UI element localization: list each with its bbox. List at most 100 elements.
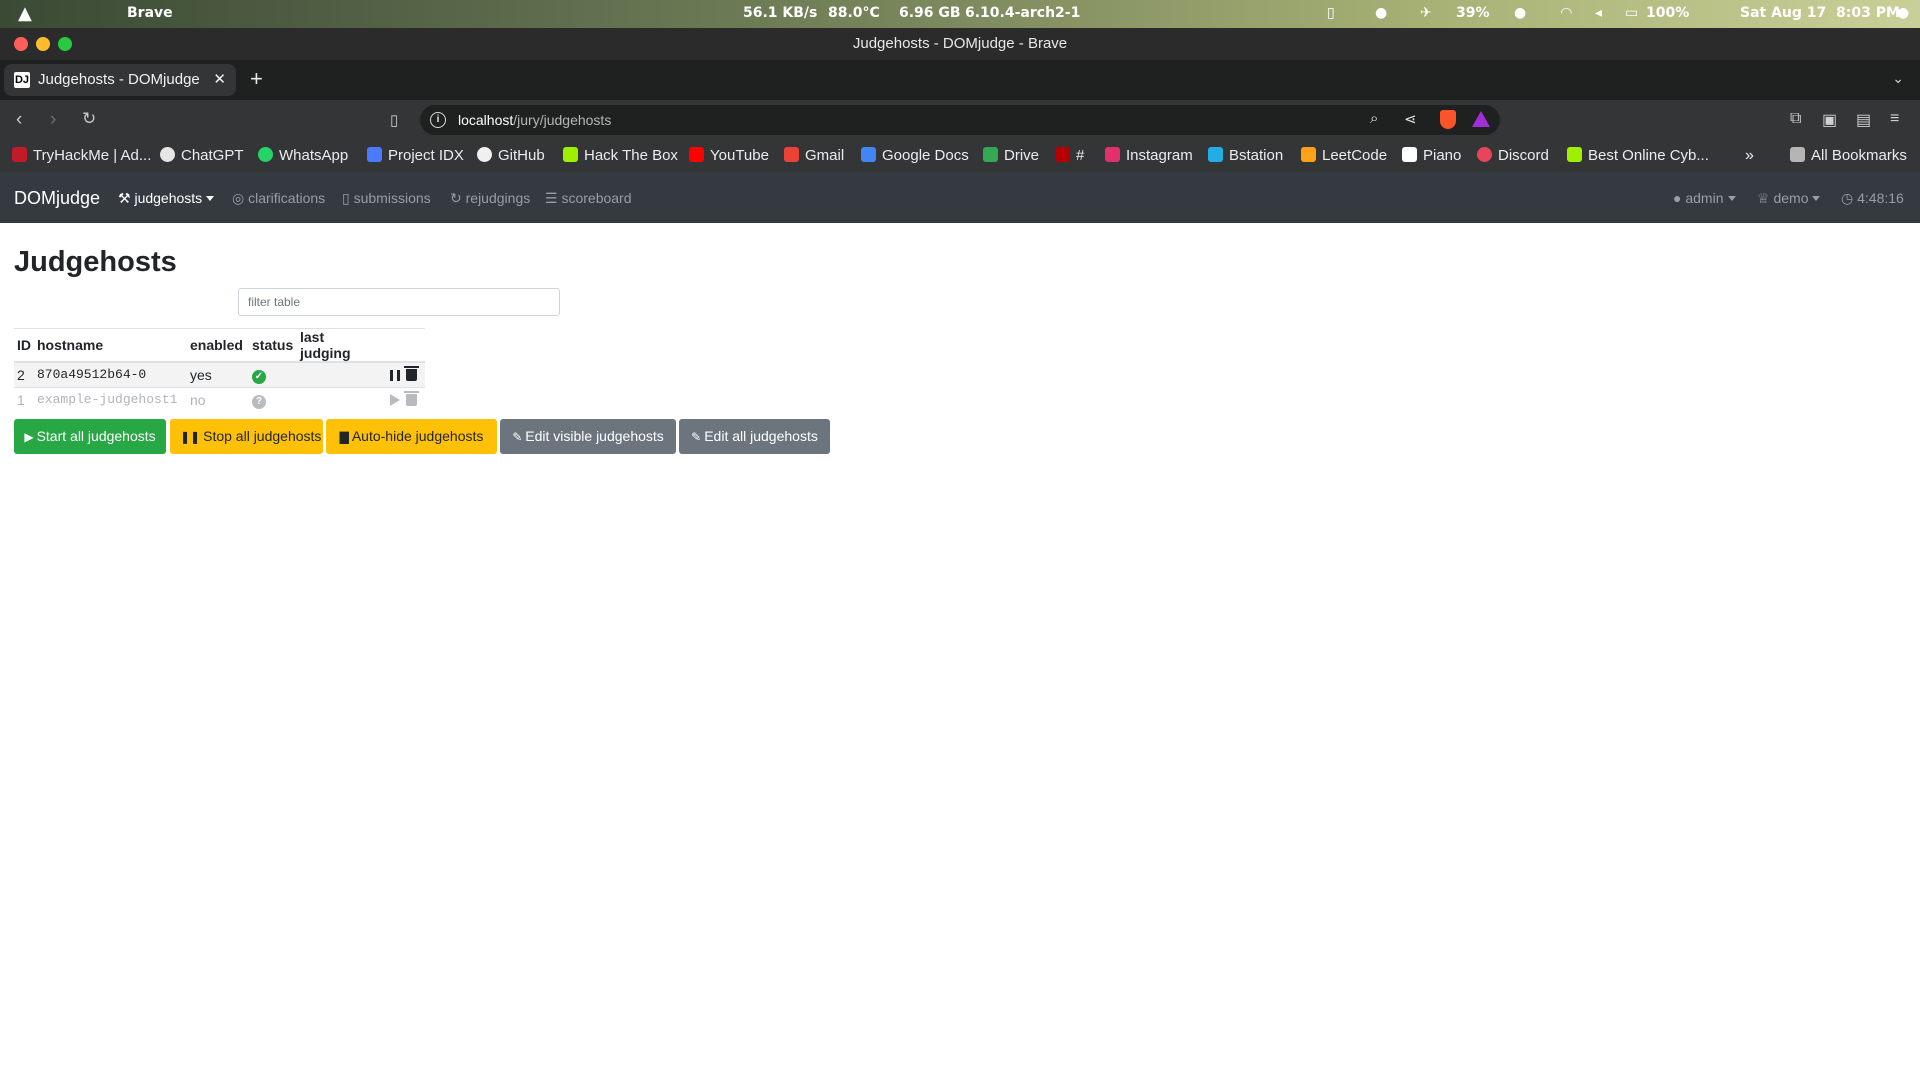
edit-icon: ✎ [691, 430, 702, 444]
bookmarks-bar: TryHackMe | Ad... ChatGPT WhatsApp Proje… [0, 140, 1920, 172]
nav-contest-menu[interactable]: ♕ demo [1757, 190, 1821, 207]
zoom-icon[interactable]: ⌕ [1370, 110, 1378, 127]
reload-icon[interactable]: ↻ [82, 109, 96, 129]
menu-icon[interactable]: ≡ [1890, 110, 1899, 128]
bookmark-drive[interactable]: Drive [983, 147, 1039, 164]
table-row[interactable]: 1 example-judgehost1 no ? [14, 387, 425, 412]
domjudge-brand[interactable]: DOMjudge [14, 188, 100, 209]
page-title: Judgehosts [14, 246, 177, 278]
start-judgehost-button[interactable] [390, 393, 400, 408]
delete-judgehost-button[interactable] [404, 365, 419, 383]
cell-actions [381, 387, 425, 412]
pause-judgehost-button[interactable] [390, 368, 400, 383]
more-bookmarks-icon[interactable]: » [1745, 147, 1754, 165]
forward-icon[interactable]: › [50, 109, 56, 131]
drive-icon [983, 147, 998, 162]
list-icon: ☰ [545, 190, 558, 206]
discord-icon [1477, 147, 1492, 162]
wifi-icon[interactable]: ◠ [1561, 5, 1572, 21]
judgehosts-table: ID hostname enabled status last judging … [14, 328, 425, 412]
trash-icon [404, 365, 419, 381]
tab-search-chevron-icon[interactable]: ⌄ [1892, 70, 1904, 87]
phone-icon[interactable]: ▯ [1327, 5, 1335, 21]
table-row[interactable]: 2 870a49512b64-0 yes ✓ [14, 362, 425, 388]
nav-judgehosts[interactable]: ⚒ judgehosts [118, 190, 215, 207]
clock[interactable]: Sat Aug 17 8:03 PM [1740, 5, 1900, 21]
extensions-icon[interactable]: ⧉ [1790, 110, 1801, 128]
play-icon: ▶ [24, 430, 34, 444]
whatsapp-icon [258, 147, 273, 162]
col-id[interactable]: ID [14, 328, 34, 363]
new-tab-button[interactable]: + [250, 66, 263, 92]
tab-judgehosts[interactable]: DJ Judgehosts - DOMjudge ✕ [4, 64, 236, 96]
bookmark-bstation[interactable]: Bstation [1208, 147, 1283, 164]
notification-icon[interactable]: ● [1514, 5, 1526, 21]
caret-down-icon [206, 196, 215, 201]
bookmark-hash[interactable]: # [1055, 147, 1084, 164]
window-titlebar: Judgehosts - DOMjudge - Brave [0, 28, 1920, 60]
bookmark-leetcode[interactable]: LeetCode [1301, 147, 1387, 164]
cell-hostname[interactable]: 870a49512b64-0 [34, 362, 187, 388]
col-hostname[interactable]: hostname [34, 328, 187, 363]
col-status[interactable]: status [249, 328, 297, 363]
cell-actions [381, 362, 425, 388]
delete-judgehost-button[interactable] [404, 390, 419, 408]
bookmark-chatgpt[interactable]: ChatGPT [160, 147, 244, 164]
site-info-icon[interactable]: i [430, 112, 446, 128]
bookmark-tryhackme[interactable]: TryHackMe | Ad... [12, 147, 151, 164]
url-text[interactable]: localhost/jury/judgehosts [458, 112, 611, 128]
cell-hostname[interactable]: example-judgehost1 [34, 387, 187, 412]
drop-icon[interactable]: ● [1375, 5, 1387, 21]
cell-status: ? [249, 387, 297, 412]
filter-table-input[interactable] [238, 288, 560, 316]
start-all-judgehosts-button[interactable]: ▶ Start all judgehosts [14, 419, 166, 454]
nav-submissions[interactable]: ▯ submissions [342, 190, 431, 207]
bookmark-icon[interactable]: ▯ [390, 111, 398, 129]
cpu-temperature: 88.0°C [828, 5, 880, 21]
system-status-bar: ▲ Brave 56.1 KB/s 88.0°C 6.96 GB 6.10.4-… [0, 0, 1920, 28]
stop-all-judgehosts-button[interactable]: ❚❚ Stop all judgehosts [170, 419, 323, 454]
col-enabled[interactable]: enabled [187, 328, 249, 363]
memory-usage: 6.96 GB [899, 5, 961, 21]
bookmark-instagram[interactable]: Instagram [1105, 147, 1193, 164]
bookmark-google-docs[interactable]: Google Docs [861, 147, 969, 164]
volume-icon[interactable]: ◂ [1595, 5, 1602, 21]
nav-scoreboard[interactable]: ☰ scoreboard [545, 190, 632, 207]
wrench-icon: ⚒ [118, 190, 131, 206]
table-header-row: ID hostname enabled status last judging [14, 328, 425, 363]
bookmark-whatsapp[interactable]: WhatsApp [258, 147, 348, 164]
tab-title: Judgehosts - DOMjudge [38, 71, 200, 88]
bookmark-discord[interactable]: Discord [1477, 147, 1549, 164]
back-icon[interactable]: ‹ [16, 109, 22, 131]
edit-all-judgehosts-button[interactable]: ✎ Edit all judgehosts [679, 419, 830, 454]
bookmark-project-idx[interactable]: Project IDX [367, 147, 464, 164]
mouse-icon[interactable]: ✈ [1420, 5, 1432, 21]
bookmark-youtube[interactable]: YouTube [689, 147, 769, 164]
bookmark-hack-the-box[interactable]: Hack The Box [563, 147, 678, 164]
nav-rejudgings[interactable]: ↻ rejudgings [450, 190, 530, 207]
nav-clarifications[interactable]: ◎ clarifications [232, 190, 325, 207]
sidebar-icon[interactable]: ▣ [1822, 110, 1837, 130]
bookmark-best-online-cyb[interactable]: Best Online Cyb... [1567, 147, 1709, 164]
bookmark-github[interactable]: GitHub [477, 147, 545, 164]
check-circle-icon: ✓ [252, 369, 266, 384]
address-bar[interactable]: i localhost/jury/judgehosts ⌕ ⋖ [420, 105, 1500, 135]
all-bookmarks-folder[interactable]: All Bookmarks [1790, 147, 1907, 164]
bookmark-piano[interactable]: Piano [1402, 147, 1461, 164]
auto-hide-judgehosts-button[interactable]: ▇ Auto-hide judgehosts [326, 419, 497, 454]
power-dot-icon[interactable]: ● [1897, 5, 1909, 21]
active-app-name: Brave [127, 5, 173, 21]
wallet-icon[interactable]: ▤ [1856, 110, 1871, 130]
brave-rewards-icon[interactable] [1472, 111, 1490, 127]
col-last-judging[interactable]: last judging [297, 328, 381, 363]
arch-logo-icon[interactable]: ▲ [18, 3, 32, 24]
close-tab-icon[interactable]: ✕ [213, 70, 226, 88]
battery-icon[interactable]: ▭ [1625, 5, 1638, 21]
share-icon[interactable]: ⋖ [1404, 110, 1417, 128]
nav-user-menu[interactable]: ● admin [1673, 190, 1736, 206]
edit-visible-judgehosts-button[interactable]: ✎ Edit visible judgehosts [500, 419, 676, 454]
brave-shields-icon[interactable] [1440, 110, 1456, 129]
bookmark-gmail[interactable]: Gmail [784, 147, 844, 164]
network-speed: 56.1 KB/s [743, 5, 818, 21]
gmail-icon [784, 147, 799, 162]
